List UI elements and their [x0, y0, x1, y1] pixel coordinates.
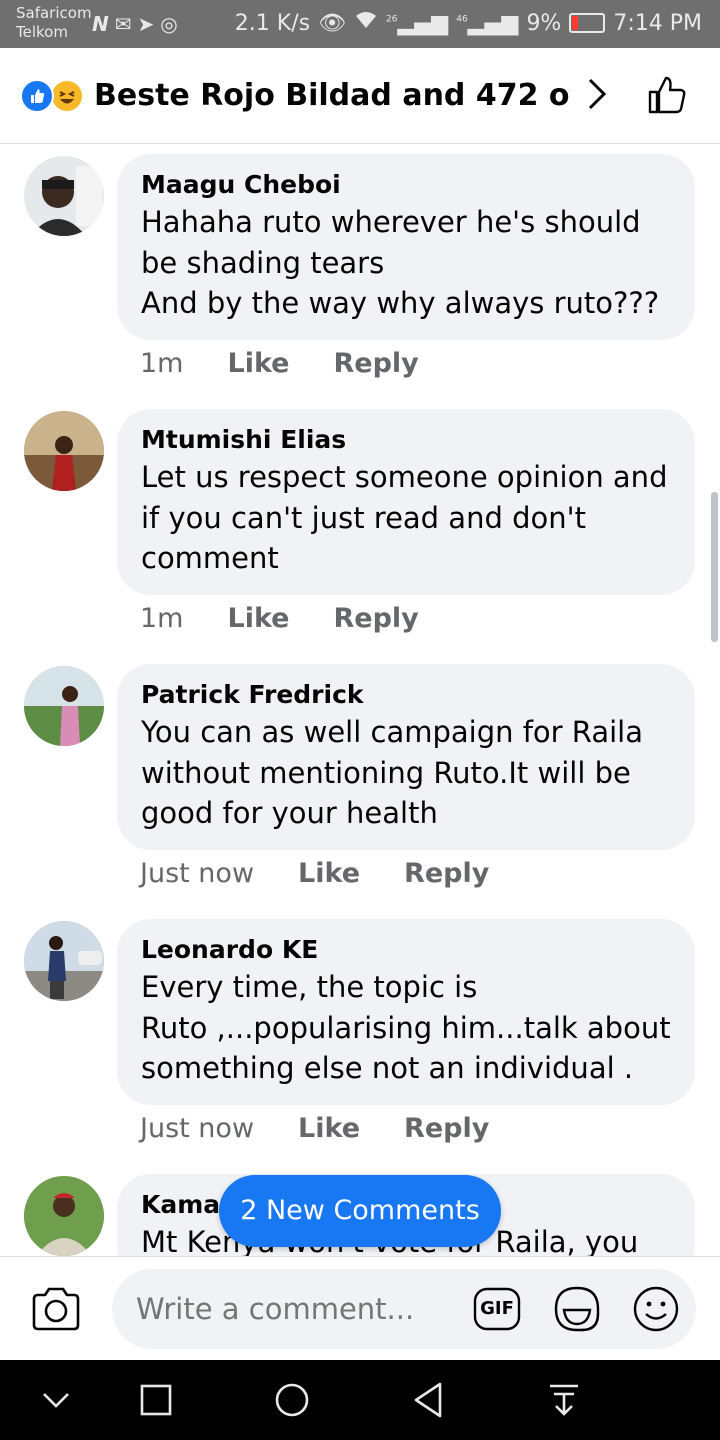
- carrier-secondary: Telkom: [16, 23, 68, 41]
- like-button[interactable]: Like: [227, 603, 289, 634]
- status-bar: Safaricom Telkom N ✉ ➤ ◎ 2.1 K/s 👁 26▂▄▆…: [0, 0, 720, 48]
- comment-time: Just now: [140, 858, 255, 889]
- like-button[interactable]: Like: [298, 1113, 360, 1144]
- notification-pulldown-icon[interactable]: [546, 1380, 582, 1420]
- comment-actions: 1m Like Reply: [140, 603, 463, 634]
- mail-icon: ✉: [114, 12, 132, 36]
- instagram-icon: ◎: [160, 12, 178, 36]
- avatar[interactable]: [24, 1176, 104, 1256]
- reply-button[interactable]: Reply: [334, 603, 419, 634]
- signal-label-1: 26: [386, 14, 398, 25]
- avatar[interactable]: [24, 156, 104, 236]
- comment-bubble[interactable]: Patrick Fredrick You can as well campaig…: [117, 664, 695, 850]
- reply-button[interactable]: Reply: [404, 858, 489, 889]
- system-indicators: 2.1 K/s 👁 26▂▄▆ 46▂▄▆ 9% 7:14 PM: [235, 10, 702, 36]
- signal-icon-2: 46▂▄▆: [456, 10, 519, 36]
- wifi-icon: [354, 10, 378, 36]
- signal-label-2: 46: [456, 14, 468, 25]
- battery-percent: 9%: [526, 10, 562, 36]
- gif-button[interactable]: GIF: [472, 1286, 522, 1336]
- home-icon[interactable]: [272, 1380, 312, 1420]
- sticker-icon[interactable]: [552, 1284, 602, 1334]
- like-post-button[interactable]: [644, 72, 690, 118]
- emoji-icon[interactable]: [632, 1285, 680, 1333]
- network-speed: 2.1 K/s: [234, 10, 311, 36]
- comment-text: Every time, the topic is Ruto ,...popula…: [141, 970, 671, 1085]
- comment-bubble[interactable]: Maagu Cheboi Hahaha ruto wherever he's s…: [117, 154, 695, 340]
- comment-text: Let us respect someone opinion and if yo…: [141, 460, 668, 575]
- comment-author[interactable]: Patrick Fredrick: [141, 678, 671, 712]
- comment-author[interactable]: Leonardo KE: [141, 933, 671, 967]
- comment-bubble[interactable]: Mtumishi Elias Let us respect someone op…: [117, 409, 695, 595]
- comment-text: Hahaha ruto wherever he's should be shad…: [141, 205, 660, 320]
- comment-author[interactable]: Maagu Cheboi: [141, 168, 671, 202]
- chevron-right-icon[interactable]: [584, 74, 610, 114]
- avatar[interactable]: [24, 921, 104, 1001]
- comment-text: You can as well campaign for Raila witho…: [141, 715, 643, 830]
- comment-author[interactable]: Mtumishi Elias: [141, 423, 671, 457]
- avatar[interactable]: [24, 411, 104, 491]
- gif-label: GIF: [480, 1298, 514, 1319]
- new-comments-button[interactable]: 2 New Comments: [219, 1175, 501, 1247]
- comment-composer: GIF: [0, 1256, 720, 1360]
- signal-icon-1: 26▂▄▆: [386, 10, 449, 36]
- comment-actions: Just now Like Reply: [140, 1113, 533, 1144]
- carrier-info: Safaricom Telkom: [16, 4, 92, 42]
- notification-icons: N ✉ ➤ ◎: [92, 12, 178, 36]
- nfc-icon: N: [92, 12, 109, 36]
- comment-time: Just now: [140, 1113, 255, 1144]
- comment-time: 1m: [140, 603, 184, 634]
- camera-icon[interactable]: [30, 1285, 82, 1333]
- back-icon[interactable]: [410, 1380, 446, 1420]
- comment-actions: 1m Like Reply: [140, 348, 463, 379]
- reply-button[interactable]: Reply: [404, 1113, 489, 1144]
- hide-nav-chevron-down-icon[interactable]: [40, 1380, 72, 1420]
- reply-button[interactable]: Reply: [334, 348, 419, 379]
- haha-reaction-icon: [50, 79, 84, 113]
- battery-icon: [569, 13, 606, 33]
- like-button[interactable]: Like: [227, 348, 289, 379]
- like-reaction-icon: [20, 79, 54, 113]
- telegram-icon: ➤: [137, 12, 155, 36]
- recent-apps-icon[interactable]: [138, 1380, 174, 1420]
- reactions-summary[interactable]: Beste Rojo Bildad and 472 ot...: [94, 76, 570, 116]
- clock: 7:14 PM: [613, 10, 702, 36]
- scrollbar[interactable]: [711, 492, 718, 642]
- navigation-bar: [0, 1360, 720, 1440]
- comment-input-container[interactable]: GIF: [112, 1269, 696, 1349]
- reactions-header[interactable]: Beste Rojo Bildad and 472 ot...: [0, 48, 720, 144]
- comment-bubble[interactable]: Leonardo KE Every time, the topic is Rut…: [117, 919, 695, 1105]
- comment-input[interactable]: [136, 1269, 456, 1349]
- comment-list: Maagu Cheboi Hahaha ruto wherever he's s…: [0, 144, 720, 1256]
- comment-time: 1m: [140, 348, 184, 379]
- carrier-primary: Safaricom: [16, 4, 92, 22]
- avatar[interactable]: [24, 666, 104, 746]
- comment-actions: Just now Like Reply: [140, 858, 533, 889]
- eye-comfort-icon: 👁: [318, 10, 346, 36]
- comments-sheet: Beste Rojo Bildad and 472 ot... Maagu Ch…: [0, 48, 720, 1360]
- like-button[interactable]: Like: [298, 858, 360, 889]
